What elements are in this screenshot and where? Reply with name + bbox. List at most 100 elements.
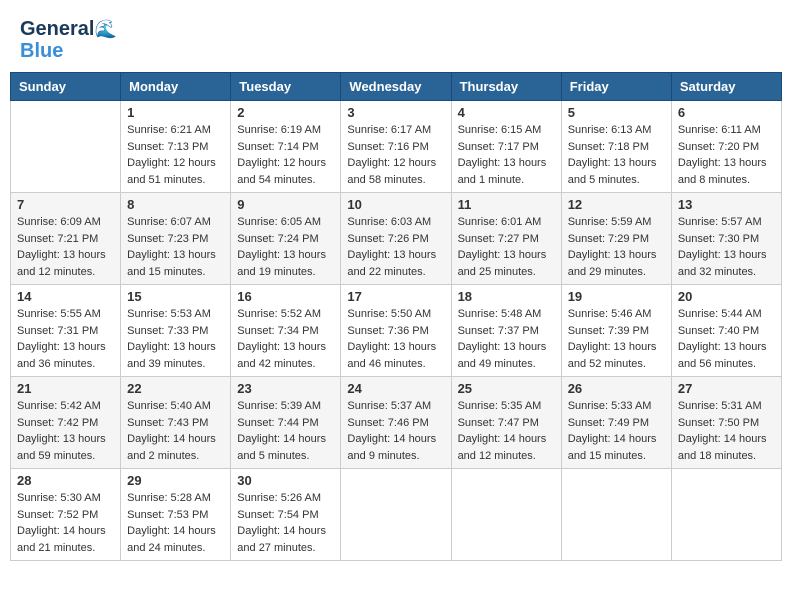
day-number: 25 — [458, 381, 555, 396]
day-info: Sunrise: 5:55 AMSunset: 7:31 PMDaylight:… — [17, 306, 114, 372]
calendar-cell — [451, 469, 561, 561]
weekday-header-wednesday: Wednesday — [341, 73, 451, 101]
day-info: Sunrise: 5:35 AMSunset: 7:47 PMDaylight:… — [458, 398, 555, 464]
day-info: Sunrise: 6:17 AMSunset: 7:16 PMDaylight:… — [347, 122, 444, 188]
calendar-cell: 22 Sunrise: 5:40 AMSunset: 7:43 PMDayligh… — [121, 377, 231, 469]
day-info: Sunrise: 5:26 AMSunset: 7:54 PMDaylight:… — [237, 490, 334, 556]
calendar-cell: 20Sunrise: 5:44 AMSunset: 7:40 PMDayligh… — [671, 285, 781, 377]
calendar-cell: 2 Sunrise: 6:19 AMSunset: 7:14 PMDaylight… — [231, 101, 341, 193]
day-info: Sunrise: 5:59 AMSunset: 7:29 PMDaylight:… — [568, 214, 665, 280]
day-number: 26 — [568, 381, 665, 396]
day-number: 11 — [458, 197, 555, 212]
day-info: Sunrise: 6:11 AMSunset: 7:20 PMDaylight:… — [678, 122, 775, 188]
day-number: 23 — [237, 381, 334, 396]
calendar-cell: 3 Sunrise: 6:17 AMSunset: 7:16 PMDaylight… — [341, 101, 451, 193]
weekday-header-thursday: Thursday — [451, 73, 561, 101]
day-info: Sunrise: 6:19 AMSunset: 7:14 PMDaylight:… — [237, 122, 334, 188]
calendar-cell: 29 Sunrise: 5:28 AMSunset: 7:53 PMDayligh… — [121, 469, 231, 561]
calendar-cell: 26 Sunrise: 5:33 AMSunset: 7:49 PMDayligh… — [561, 377, 671, 469]
day-info: Sunrise: 5:57 AMSunset: 7:30 PMDaylight:… — [678, 214, 775, 280]
day-number: 19 — [568, 289, 665, 304]
day-info: Sunrise: 5:31 AMSunset: 7:50 PMDaylight:… — [678, 398, 775, 464]
week-row-5: 28 Sunrise: 5:30 AMSunset: 7:52 PMDayligh… — [11, 469, 782, 561]
logo-general: General — [20, 18, 94, 40]
day-info: Sunrise: 5:42 AMSunset: 7:42 PMDaylight:… — [17, 398, 114, 464]
day-number: 12 — [568, 197, 665, 212]
day-info: Sunrise: 6:03 AMSunset: 7:26 PMDaylight:… — [347, 214, 444, 280]
day-info: Sunrise: 6:09 AMSunset: 7:21 PMDaylight:… — [17, 214, 114, 280]
calendar-header: SundayMondayTuesdayWednesdayThursdayFrid… — [11, 73, 782, 101]
weekday-header-saturday: Saturday — [671, 73, 781, 101]
calendar-cell: 27 Sunrise: 5:31 AMSunset: 7:50 PMDayligh… — [671, 377, 781, 469]
calendar-cell: 5Sunrise: 6:13 AMSunset: 7:18 PMDaylight… — [561, 101, 671, 193]
day-number: 16 — [237, 289, 334, 304]
day-info: Sunrise: 5:40 AMSunset: 7:43 PMDaylight:… — [127, 398, 224, 464]
weekday-header-monday: Monday — [121, 73, 231, 101]
day-number: 2 — [237, 105, 334, 120]
day-info: Sunrise: 6:21 AMSunset: 7:13 PMDaylight:… — [127, 122, 224, 188]
calendar-cell: 9Sunrise: 6:05 AMSunset: 7:24 PMDaylight… — [231, 193, 341, 285]
page-header: General🌊 Blue — [10, 10, 782, 66]
calendar-cell: 13 Sunrise: 5:57 AMSunset: 7:30 PMDayligh… — [671, 193, 781, 285]
day-number: 24 — [347, 381, 444, 396]
week-row-1: 1Sunrise: 6:21 AMSunset: 7:13 PMDaylight… — [11, 101, 782, 193]
day-info: Sunrise: 6:15 AMSunset: 7:17 PMDaylight:… — [458, 122, 555, 188]
day-number: 29 — [127, 473, 224, 488]
week-row-2: 7 Sunrise: 6:09 AMSunset: 7:21 PMDaylight… — [11, 193, 782, 285]
logo-text: General🌊 Blue — [20, 18, 117, 62]
day-info: Sunrise: 5:44 AMSunset: 7:40 PMDaylight:… — [678, 306, 775, 372]
day-number: 6 — [678, 105, 775, 120]
calendar-cell: 1Sunrise: 6:21 AMSunset: 7:13 PMDaylight… — [121, 101, 231, 193]
day-number: 17 — [347, 289, 444, 304]
calendar-cell: 21 Sunrise: 5:42 AMSunset: 7:42 PMDayligh… — [11, 377, 121, 469]
week-row-4: 21 Sunrise: 5:42 AMSunset: 7:42 PMDayligh… — [11, 377, 782, 469]
day-number: 3 — [347, 105, 444, 120]
calendar-cell: 17Sunrise: 5:50 AMSunset: 7:36 PMDayligh… — [341, 285, 451, 377]
day-info: Sunrise: 5:30 AMSunset: 7:52 PMDaylight:… — [17, 490, 114, 556]
day-number: 10 — [347, 197, 444, 212]
calendar-cell — [561, 469, 671, 561]
calendar-cell: 28 Sunrise: 5:30 AMSunset: 7:52 PMDayligh… — [11, 469, 121, 561]
calendar-cell: 10 Sunrise: 6:03 AMSunset: 7:26 PMDayligh… — [341, 193, 451, 285]
calendar-cell: 16 Sunrise: 5:52 AMSunset: 7:34 PMDayligh… — [231, 285, 341, 377]
day-number: 14 — [17, 289, 114, 304]
calendar-cell: 8Sunrise: 6:07 AMSunset: 7:23 PMDaylight… — [121, 193, 231, 285]
day-number: 13 — [678, 197, 775, 212]
day-number: 21 — [17, 381, 114, 396]
day-info: Sunrise: 6:01 AMSunset: 7:27 PMDaylight:… — [458, 214, 555, 280]
weekday-header-tuesday: Tuesday — [231, 73, 341, 101]
calendar-cell: 4 Sunrise: 6:15 AMSunset: 7:17 PMDaylight… — [451, 101, 561, 193]
day-number: 15 — [127, 289, 224, 304]
day-info: Sunrise: 6:07 AMSunset: 7:23 PMDaylight:… — [127, 214, 224, 280]
day-number: 5 — [568, 105, 665, 120]
calendar-cell: 30 Sunrise: 5:26 AMSunset: 7:54 PMDayligh… — [231, 469, 341, 561]
day-number: 22 — [127, 381, 224, 396]
calendar-body: 1Sunrise: 6:21 AMSunset: 7:13 PMDaylight… — [11, 101, 782, 561]
day-number: 28 — [17, 473, 114, 488]
day-info: Sunrise: 5:52 AMSunset: 7:34 PMDaylight:… — [237, 306, 334, 372]
day-number: 27 — [678, 381, 775, 396]
logo: General🌊 Blue — [20, 18, 117, 62]
calendar-cell: 19 Sunrise: 5:46 AMSunset: 7:39 PMDayligh… — [561, 285, 671, 377]
day-info: Sunrise: 5:37 AMSunset: 7:46 PMDaylight:… — [347, 398, 444, 464]
calendar-cell: 7 Sunrise: 6:09 AMSunset: 7:21 PMDaylight… — [11, 193, 121, 285]
calendar-table: SundayMondayTuesdayWednesdayThursdayFrid… — [10, 72, 782, 561]
day-number: 18 — [458, 289, 555, 304]
day-info: Sunrise: 6:05 AMSunset: 7:24 PMDaylight:… — [237, 214, 334, 280]
calendar-cell — [341, 469, 451, 561]
day-number: 7 — [17, 197, 114, 212]
day-number: 30 — [237, 473, 334, 488]
day-info: Sunrise: 5:33 AMSunset: 7:49 PMDaylight:… — [568, 398, 665, 464]
week-row-3: 14 Sunrise: 5:55 AMSunset: 7:31 PMDayligh… — [11, 285, 782, 377]
calendar-cell: 15 Sunrise: 5:53 AMSunset: 7:33 PMDayligh… — [121, 285, 231, 377]
day-info: Sunrise: 5:48 AMSunset: 7:37 PMDaylight:… — [458, 306, 555, 372]
weekday-header-sunday: Sunday — [11, 73, 121, 101]
day-number: 4 — [458, 105, 555, 120]
weekday-row: SundayMondayTuesdayWednesdayThursdayFrid… — [11, 73, 782, 101]
calendar-cell: 24 Sunrise: 5:37 AMSunset: 7:46 PMDayligh… — [341, 377, 451, 469]
day-info: Sunrise: 5:53 AMSunset: 7:33 PMDaylight:… — [127, 306, 224, 372]
day-info: Sunrise: 5:46 AMSunset: 7:39 PMDaylight:… — [568, 306, 665, 372]
calendar-cell — [11, 101, 121, 193]
calendar-cell: 6 Sunrise: 6:11 AMSunset: 7:20 PMDaylight… — [671, 101, 781, 193]
day-info: Sunrise: 5:28 AMSunset: 7:53 PMDaylight:… — [127, 490, 224, 556]
